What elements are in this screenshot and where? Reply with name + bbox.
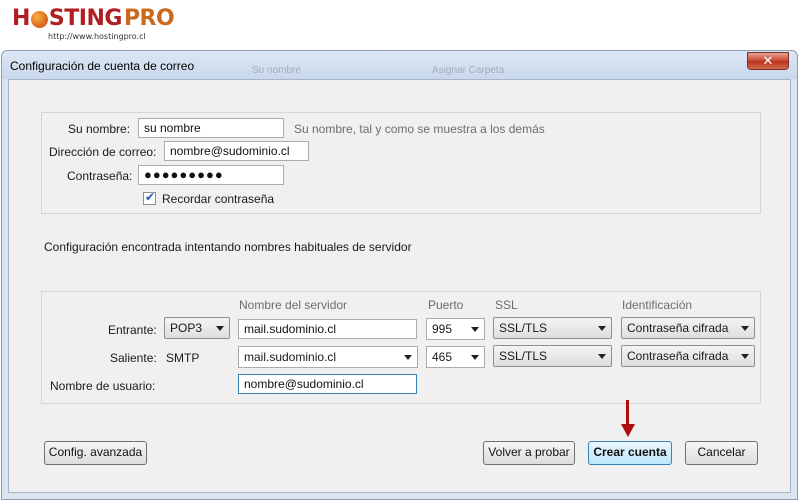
dialog-client-area: Su nombre: su nombre Su nombre, tal y co… <box>8 79 791 493</box>
incoming-protocol-value: POP3 <box>170 321 203 335</box>
title-bar[interactable]: Configuración de cuenta de correo Su nom… <box>2 51 797 79</box>
remember-password-checkbox[interactable]: ✔ <box>143 190 156 205</box>
logo-letter-h: H <box>12 6 30 31</box>
outgoing-server-select[interactable]: mail.sudominio.cl <box>238 346 418 368</box>
incoming-port-select[interactable]: 995 <box>426 318 485 340</box>
arrow-head <box>621 424 635 437</box>
cancel-button[interactable]: Cancelar <box>685 441 758 465</box>
incoming-server-field[interactable]: mail.sudominio.cl <box>238 319 417 339</box>
account-info-group: Su nombre: su nombre Su nombre, tal y co… <box>41 112 761 214</box>
arrow-shaft <box>626 400 629 426</box>
column-header-ssl: SSL <box>495 298 518 312</box>
advanced-config-button[interactable]: Config. avanzada <box>44 441 147 465</box>
column-header-auth: Identificación <box>622 298 693 312</box>
email-label: Dirección de correo: <box>49 145 157 159</box>
incoming-ssl-select[interactable]: SSL/TLS <box>493 317 612 339</box>
incoming-auth-select[interactable]: Contraseña cifrada <box>621 317 755 339</box>
chevron-down-icon <box>216 326 224 331</box>
email-field[interactable]: nombre@sudominio.cl <box>164 141 309 161</box>
chevron-down-icon <box>598 354 606 359</box>
password-field[interactable]: ●●●●●●●●● <box>138 165 284 185</box>
outgoing-label: Saliente: <box>110 351 157 365</box>
incoming-label: Entrante: <box>108 323 157 337</box>
annotation-arrow-icon <box>621 400 635 438</box>
chevron-down-icon <box>404 355 412 360</box>
status-message: Configuración encontrada intentando nomb… <box>44 240 412 254</box>
outgoing-ssl-value: SSL/TLS <box>499 349 548 363</box>
column-header-server: Nombre del servidor <box>239 298 348 312</box>
outgoing-server-value: mail.sudominio.cl <box>244 350 337 364</box>
logo-url: http://www.hostingpro.cl <box>48 32 146 41</box>
outgoing-auth-value: Contraseña cifrada <box>627 349 729 363</box>
username-field[interactable]: nombre@sudominio.cl <box>238 374 417 394</box>
incoming-protocol-select[interactable]: POP3 <box>164 317 230 339</box>
incoming-ssl-value: SSL/TLS <box>499 321 548 335</box>
server-config-group: Nombre del servidor Puerto SSL Identific… <box>41 291 761 404</box>
name-label: Su nombre: <box>68 122 131 136</box>
window-title: Configuración de cuenta de correo <box>10 59 195 73</box>
chevron-down-icon <box>471 355 479 360</box>
remember-password-label[interactable]: Recordar contraseña <box>162 192 274 206</box>
incoming-auth-value: Contraseña cifrada <box>627 321 729 335</box>
mail-account-dialog: Configuración de cuenta de correo Su nom… <box>1 50 798 500</box>
logo-globe-icon <box>30 11 48 28</box>
outgoing-ssl-select[interactable]: SSL/TLS <box>493 345 612 367</box>
name-field[interactable]: su nombre <box>138 118 284 138</box>
create-account-button[interactable]: Crear cuenta <box>588 441 672 465</box>
outgoing-port-value: 465 <box>432 350 453 364</box>
column-header-port: Puerto <box>428 298 464 312</box>
outgoing-port-select[interactable]: 465 <box>426 346 485 368</box>
logo-text-main: STING <box>48 6 123 31</box>
retest-button[interactable]: Volver a probar <box>483 441 575 465</box>
close-icon: ✕ <box>762 53 774 68</box>
password-label: Contraseña: <box>67 169 133 183</box>
close-button[interactable]: ✕ <box>747 52 789 70</box>
incoming-port-value: 995 <box>432 322 453 336</box>
checkmark-icon: ✔ <box>145 190 156 204</box>
name-hint: Su nombre, tal y como se muestra a los d… <box>294 122 545 136</box>
outgoing-protocol: SMTP <box>166 351 200 365</box>
chevron-down-icon <box>741 354 749 359</box>
background-ghost-text: Asignar Carpeta <box>432 65 505 76</box>
username-label: Nombre de usuario: <box>50 379 156 393</box>
chevron-down-icon <box>471 327 479 332</box>
hostingpro-logo: H STING PRO <box>12 6 175 31</box>
site-header: H STING PRO http://www.hostingpro.cl <box>0 0 800 48</box>
chevron-down-icon <box>598 326 606 331</box>
logo-text-pro: PRO <box>123 6 175 31</box>
background-ghost-text: Su nombre <box>252 65 301 76</box>
chevron-down-icon <box>741 326 749 331</box>
outgoing-auth-select[interactable]: Contraseña cifrada <box>621 345 755 367</box>
